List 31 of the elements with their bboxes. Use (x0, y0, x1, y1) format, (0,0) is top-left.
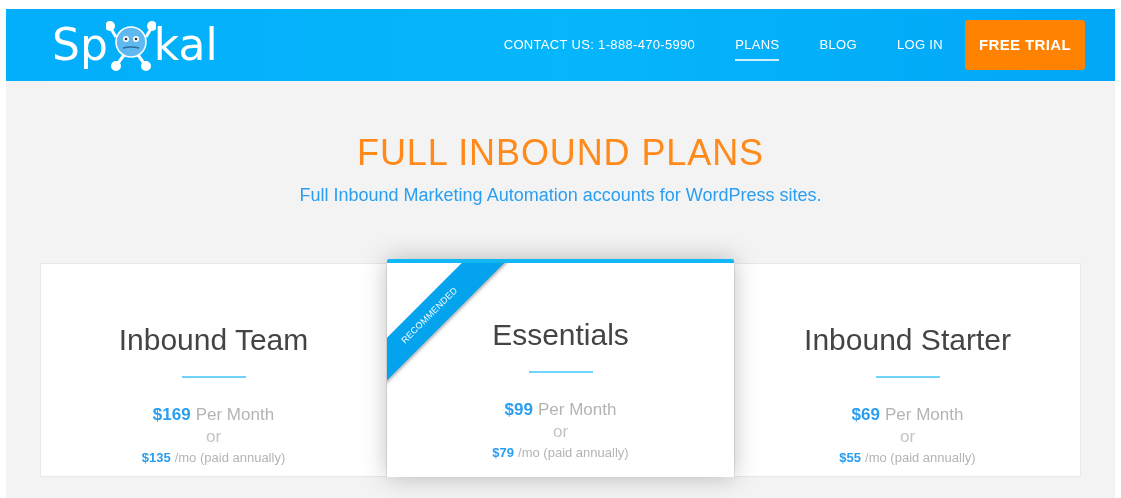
nav-link[interactable]: BLOG (819, 35, 857, 61)
plan-name: Essentials (492, 317, 629, 353)
annual-price: $135 (141, 450, 171, 466)
plan-name: Inbound Team (118, 322, 309, 358)
price-unit: Per Month (884, 406, 964, 423)
annual-unit: /mo (paid annually) (174, 450, 286, 466)
annual-price: $79 (492, 445, 515, 461)
monthly-price: $99 (504, 401, 533, 418)
price-unit: Per Month (195, 406, 275, 423)
price-unit: Per Month (537, 401, 617, 418)
divider-line (875, 376, 940, 378)
page-heading: FULL INBOUND PLANS (357, 131, 764, 175)
robot-mascot-icon (105, 19, 156, 71)
annual-unit: /mo (paid annually) (865, 450, 976, 466)
nav-link[interactable]: LOG IN (896, 35, 943, 61)
monthly-price: $169 (152, 406, 191, 423)
annual-price: $55 (839, 450, 862, 466)
logo-text: Sp (52, 23, 108, 67)
or-text: or (899, 428, 916, 445)
free-trial-button[interactable]: FREE TRIAL (964, 20, 1085, 70)
page-subheading: Full Inbound Marketing Automation accounts for WordPress sites. (299, 184, 822, 207)
divider-line (528, 371, 593, 373)
annual-unit: /mo (paid annually) (518, 445, 629, 461)
nav-link[interactable]: CONTACT US: 1-888-470-5990 (503, 35, 696, 61)
nav-link[interactable]: PLANS (735, 35, 780, 61)
logo-text: kal (153, 23, 218, 67)
plan-name: Inbound Starter (804, 322, 1011, 358)
monthly-price: $69 (851, 406, 880, 423)
or-text: or (552, 423, 569, 440)
divider-line (181, 376, 246, 378)
or-text: or (205, 428, 222, 445)
